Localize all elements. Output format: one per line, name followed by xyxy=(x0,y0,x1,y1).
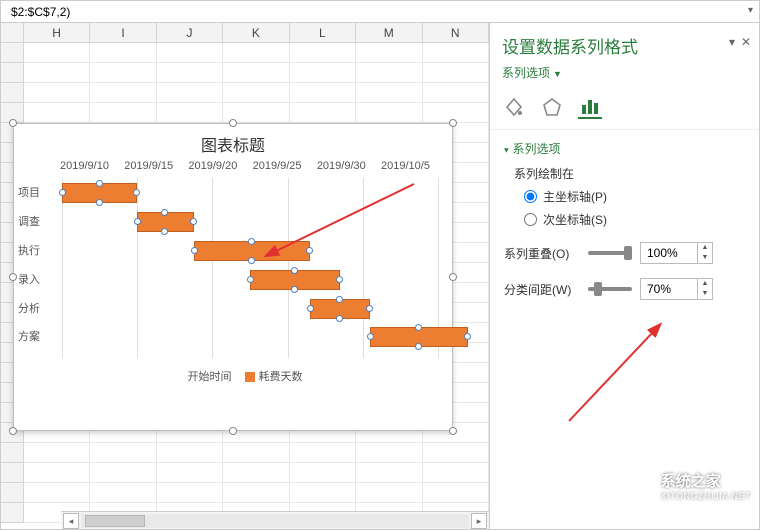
col-header[interactable] xyxy=(1,23,24,42)
y-category: 分析 xyxy=(18,300,40,316)
scroll-track[interactable] xyxy=(81,514,469,528)
col-header[interactable]: K xyxy=(223,23,289,42)
data-bar[interactable] xyxy=(137,212,193,232)
radio-input[interactable] xyxy=(524,190,537,203)
watermark-url: XITONGZHIJIA.NET xyxy=(661,491,751,501)
series-overlap-slider[interactable] xyxy=(588,251,632,255)
embedded-chart[interactable]: 图表标题 2019/9/10 2019/9/15 2019/9/20 2019/… xyxy=(13,123,453,431)
watermark-text: 系统之家 xyxy=(661,470,751,491)
col-header[interactable]: N xyxy=(423,23,489,42)
annotation-arrow xyxy=(549,321,669,431)
watermark-logo-icon xyxy=(621,472,655,500)
scroll-left-icon[interactable]: ◂ xyxy=(63,513,79,529)
pane-pin-icon[interactable]: ▾ xyxy=(729,35,735,49)
chart-title[interactable]: 图表标题 xyxy=(14,124,452,160)
worksheet-area[interactable]: H I J K L M N // generate blank grid row… xyxy=(1,23,489,529)
formula-dropdown-icon[interactable]: ▾ xyxy=(748,5,753,16)
col-header[interactable]: H xyxy=(24,23,90,42)
col-header[interactable]: J xyxy=(157,23,223,42)
chart-legend[interactable]: 开始时间 耗费天数 xyxy=(14,362,452,392)
y-category: 项目 xyxy=(18,184,40,200)
radio-input[interactable] xyxy=(524,213,537,226)
pane-subtitle[interactable]: 系列选项▼ xyxy=(490,62,759,89)
resize-handle[interactable] xyxy=(449,119,457,127)
spin-down-icon[interactable]: ▼ xyxy=(698,253,712,263)
data-bar[interactable] xyxy=(62,183,137,203)
plot-area[interactable]: 项目 调查 执行 录入 分析 方案 xyxy=(62,178,438,358)
x-tick: 2019/9/15 xyxy=(124,160,173,172)
y-category: 执行 xyxy=(18,242,40,258)
resize-handle[interactable] xyxy=(449,427,457,435)
spin-up-icon[interactable]: ▲ xyxy=(698,279,712,289)
col-header[interactable]: I xyxy=(90,23,156,42)
series-overlap-spinner[interactable]: ▲▼ xyxy=(640,242,713,264)
gap-width-spinner[interactable]: ▲▼ xyxy=(640,278,713,300)
spin-down-icon[interactable]: ▼ xyxy=(698,289,712,299)
scroll-right-icon[interactable]: ▸ xyxy=(471,513,487,529)
resize-handle[interactable] xyxy=(9,119,17,127)
effects-tab-icon[interactable] xyxy=(540,95,564,119)
formula-bar[interactable]: ▾ xyxy=(1,1,759,23)
legend-label: 开始时间 xyxy=(187,371,231,383)
resize-handle[interactable] xyxy=(229,119,237,127)
x-tick: 2019/9/20 xyxy=(188,160,237,172)
y-category: 录入 xyxy=(18,271,40,287)
series-overlap-label: 系列重叠(O) xyxy=(504,245,580,262)
x-tick: 2019/9/10 xyxy=(60,160,109,172)
resize-handle[interactable] xyxy=(229,427,237,435)
resize-handle[interactable] xyxy=(449,273,457,281)
legend-swatch xyxy=(173,372,183,382)
pane-close-icon[interactable]: ✕ xyxy=(741,35,751,49)
scroll-thumb[interactable] xyxy=(85,515,145,527)
formula-input[interactable] xyxy=(9,4,751,20)
series-options-tab-icon[interactable] xyxy=(578,95,602,119)
column-headers: H I J K L M N xyxy=(1,23,489,43)
y-category: 方案 xyxy=(18,328,40,344)
pane-title: 设置数据系列格式 xyxy=(502,33,747,58)
legend-swatch xyxy=(245,372,255,382)
horizontal-scrollbar[interactable]: ◂ ▸ xyxy=(61,511,489,529)
format-pane: 设置数据系列格式 ▾ ✕ 系列选项▼ ▸系列选项 系列绘制在 xyxy=(489,23,759,529)
x-tick: 2019/9/30 xyxy=(317,160,366,172)
x-axis-labels: 2019/9/10 2019/9/15 2019/9/20 2019/9/25 … xyxy=(14,160,452,172)
series-overlap-input[interactable] xyxy=(641,246,697,260)
resize-handle[interactable] xyxy=(9,273,17,281)
x-tick: 2019/10/5 xyxy=(381,160,430,172)
col-header[interactable]: L xyxy=(290,23,356,42)
fill-line-tab-icon[interactable] xyxy=(502,95,526,119)
x-tick: 2019/9/25 xyxy=(253,160,302,172)
gap-width-input[interactable] xyxy=(641,282,697,296)
data-bar[interactable] xyxy=(370,327,468,347)
plot-on-label: 系列绘制在 xyxy=(514,165,745,182)
data-bar[interactable] xyxy=(250,270,340,290)
col-header[interactable]: M xyxy=(356,23,422,42)
resize-handle[interactable] xyxy=(9,427,17,435)
y-category: 调查 xyxy=(18,213,40,229)
primary-axis-radio[interactable]: 主坐标轴(P) xyxy=(524,188,745,205)
gap-width-label: 分类间距(W) xyxy=(504,281,580,298)
chevron-down-icon: ▼ xyxy=(553,69,562,79)
secondary-axis-radio[interactable]: 次坐标轴(S) xyxy=(524,211,745,228)
data-bar[interactable] xyxy=(194,241,311,261)
data-bar[interactable] xyxy=(310,299,370,319)
section-header[interactable]: ▸系列选项 xyxy=(504,140,745,157)
spin-up-icon[interactable]: ▲ xyxy=(698,243,712,253)
gap-width-slider[interactable] xyxy=(588,287,632,291)
watermark: 系统之家 XITONGZHIJIA.NET xyxy=(621,470,751,501)
legend-label: 耗费天数 xyxy=(259,371,303,383)
